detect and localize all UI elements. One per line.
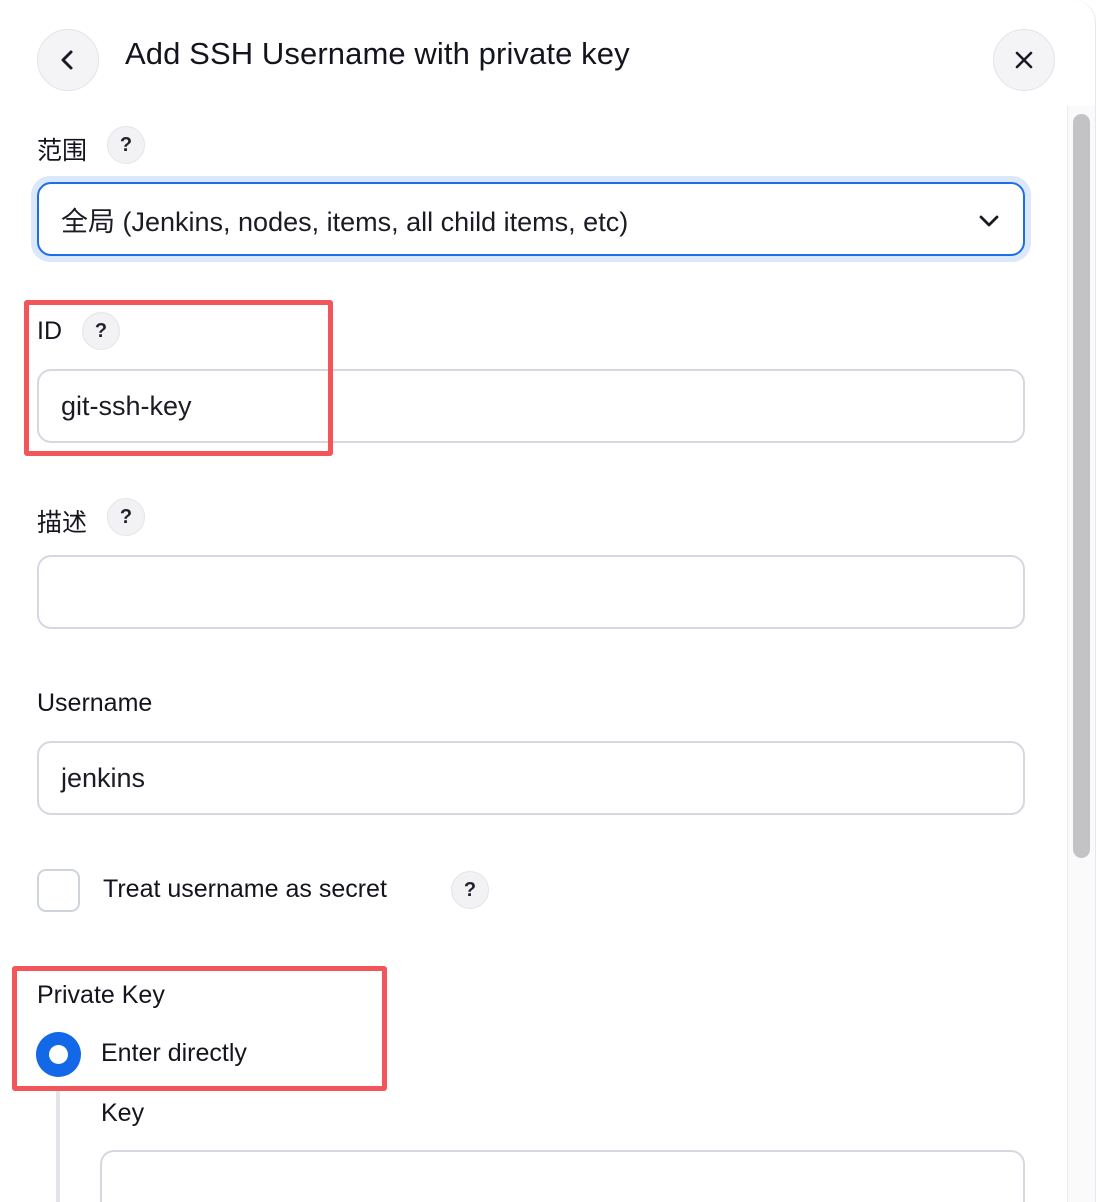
username-label: Username	[37, 689, 153, 717]
close-icon	[1015, 51, 1033, 69]
back-button[interactable]	[37, 29, 99, 91]
credentials-dialog: Add SSH Username with private key 范围 ? 全…	[0, 0, 1096, 1202]
scrollbar-thumb[interactable]	[1073, 114, 1090, 858]
scope-label: 范围	[37, 137, 88, 165]
description-help-button[interactable]: ?	[107, 498, 145, 536]
key-label: Key	[101, 1099, 145, 1127]
help-icon: ?	[119, 133, 133, 156]
username-input[interactable]: jenkins	[37, 741, 1025, 815]
key-textarea[interactable]	[100, 1150, 1025, 1202]
treat-username-secret-label[interactable]: Treat username as secret	[103, 875, 387, 904]
chevron-down-icon	[979, 215, 999, 227]
id-highlight-box	[24, 300, 333, 456]
private-key-highlight-box	[12, 966, 387, 1091]
nested-section-indent	[56, 1090, 60, 1202]
username-input-value: jenkins	[61, 762, 146, 793]
chevron-left-icon	[61, 50, 73, 70]
scope-select[interactable]: 全局 (Jenkins, nodes, items, all child ite…	[37, 182, 1025, 256]
description-label: 描述	[37, 509, 88, 537]
dialog-title: Add SSH Username with private key	[125, 36, 630, 71]
scope-selected-value: 全局 (Jenkins, nodes, items, all child ite…	[61, 206, 629, 237]
scope-help-button[interactable]: ?	[107, 126, 145, 164]
treat-secret-help-button[interactable]: ?	[451, 871, 489, 909]
treat-username-secret-checkbox[interactable]	[37, 869, 80, 912]
help-icon: ?	[463, 878, 477, 901]
help-icon: ?	[119, 505, 133, 528]
close-button[interactable]	[993, 29, 1055, 91]
description-input[interactable]	[37, 555, 1025, 629]
